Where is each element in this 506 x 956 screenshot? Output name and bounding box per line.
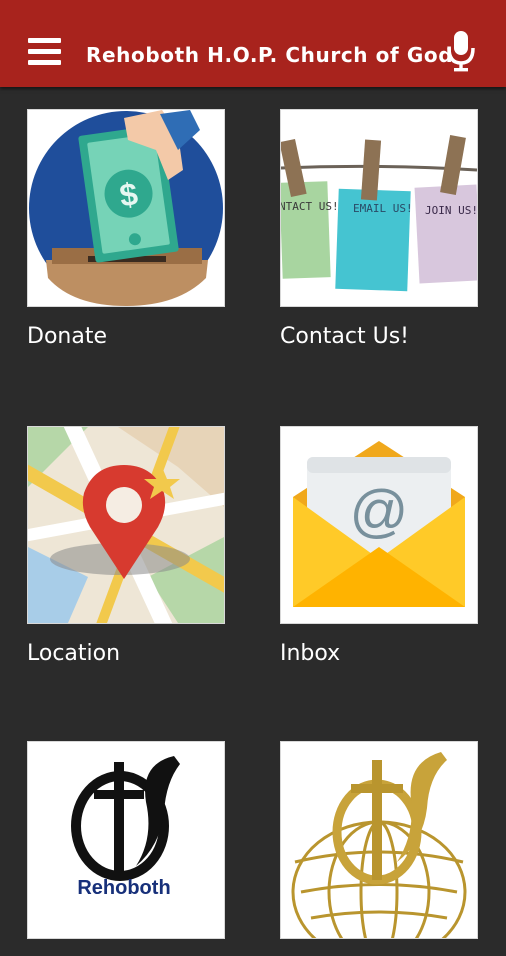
tile-label: Donate bbox=[27, 324, 107, 349]
contact-us-icon: NTACT US! EMAIL US! JOIN US! bbox=[281, 110, 477, 306]
inbox-image: @ bbox=[280, 426, 478, 624]
location-image bbox=[27, 426, 225, 624]
tile-rehoboth-logo[interactable]: Rehoboth bbox=[27, 741, 225, 956]
church-globe-logo-image bbox=[280, 741, 478, 939]
tile-donate[interactable]: $ Donate bbox=[27, 109, 225, 350]
hamburger-menu-line bbox=[28, 49, 61, 54]
tile-label: Location bbox=[27, 641, 121, 666]
app-title: Rehoboth H.O.P. Church of God bbox=[86, 43, 454, 67]
tile-label: Inbox bbox=[280, 641, 341, 666]
envelope-icon: @ bbox=[281, 427, 477, 623]
contact-note-text: NTACT US! bbox=[281, 200, 339, 213]
tile-contact-us[interactable]: NTACT US! EMAIL US! JOIN US! Contact Us! bbox=[280, 109, 478, 350]
email-note-text: EMAIL US! bbox=[353, 202, 413, 215]
rehoboth-logo-icon: Rehoboth bbox=[28, 742, 224, 938]
voice-search-button[interactable] bbox=[446, 30, 476, 72]
hamburger-menu-icon bbox=[28, 38, 61, 43]
menu-button[interactable] bbox=[24, 34, 64, 70]
contact-us-image: NTACT US! EMAIL US! JOIN US! bbox=[280, 109, 478, 307]
join-note-text: JOIN US! bbox=[425, 204, 477, 217]
tile-inbox[interactable]: @ Inbox bbox=[280, 426, 478, 667]
church-globe-logo-icon bbox=[281, 742, 477, 938]
app-header: Rehoboth H.O.P. Church of God bbox=[0, 0, 506, 87]
tile-church-logo[interactable] bbox=[280, 741, 478, 956]
rehoboth-logo-image: Rehoboth bbox=[27, 741, 225, 939]
at-sign-label: @ bbox=[350, 479, 409, 544]
tile-label: Contact Us! bbox=[280, 324, 409, 349]
donate-icon: $ bbox=[28, 110, 224, 306]
map-pin-icon bbox=[28, 427, 224, 623]
donate-image: $ bbox=[27, 109, 225, 307]
microphone-icon bbox=[447, 31, 475, 72]
tile-location[interactable]: Location bbox=[27, 426, 225, 667]
logo-text: Rehoboth bbox=[77, 877, 170, 899]
hamburger-menu-line bbox=[28, 60, 61, 65]
